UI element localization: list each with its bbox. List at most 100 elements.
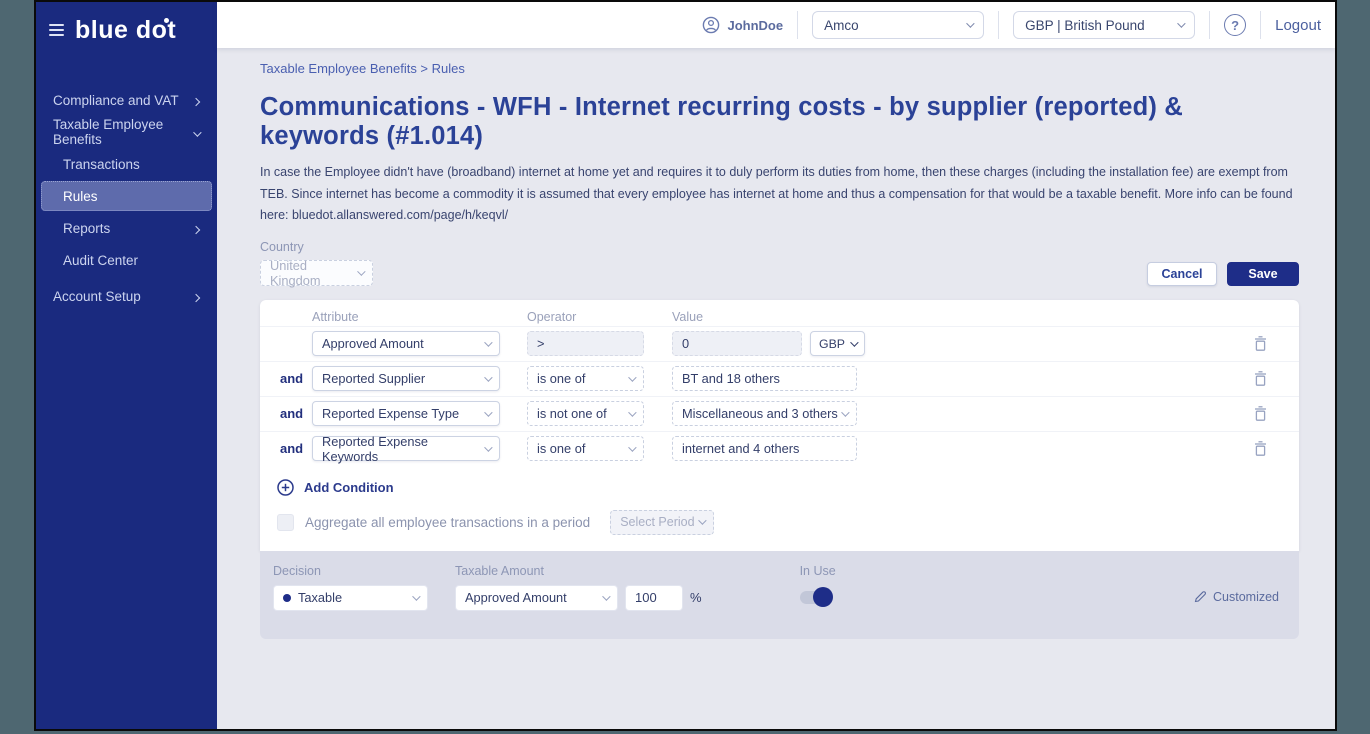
sidebar-item-label: Rules (63, 189, 98, 204)
chevron-down-icon (484, 373, 492, 381)
bluedot-logo: blue dot (75, 16, 176, 45)
condition-row: Approved Amount > GBP (260, 326, 1299, 361)
save-button[interactable]: Save (1227, 262, 1299, 286)
aggregate-row: Aggregate all employee transactions in a… (260, 505, 1299, 551)
attribute-select[interactable]: Approved Amount (312, 331, 500, 356)
chevron-down-icon (484, 338, 492, 346)
attribute-select-value: Reported Supplier (322, 371, 425, 386)
operator-select[interactable]: is one of (527, 366, 644, 391)
delete-condition-button[interactable] (1247, 436, 1273, 462)
operator-select-value: is one of (537, 441, 585, 456)
attribute-select[interactable]: Reported Expense Type (312, 401, 500, 426)
sidebar-item-label: Transactions (63, 157, 140, 172)
decision-label: Decision (273, 564, 428, 578)
attribute-select-value: Reported Expense Keywords (322, 434, 484, 464)
sidebar-item-compliance-and-vat[interactable]: Compliance and VAT (41, 85, 212, 115)
percent-input[interactable] (625, 585, 683, 611)
trash-icon (1253, 335, 1268, 352)
user-menu[interactable]: JohnDoe (702, 16, 783, 34)
operator-select-value: > (537, 336, 544, 351)
trash-icon (1253, 405, 1268, 422)
divider (1260, 11, 1261, 39)
sidebar-item-rules[interactable]: Rules (41, 181, 212, 211)
sidebar-item-audit-center[interactable]: Audit Center (41, 245, 212, 275)
value-column-header: Value (672, 310, 902, 324)
aggregate-checkbox[interactable] (277, 514, 294, 531)
cancel-button[interactable]: Cancel (1147, 262, 1217, 286)
logo-part: o (152, 16, 168, 45)
taxable-amount-field: Taxable Amount Approved Amount % (455, 564, 702, 639)
sidebar-item-label: Compliance and VAT (53, 93, 179, 108)
plus-circle-icon (277, 479, 294, 496)
sidebar-item-label: Reports (63, 221, 110, 236)
chevron-down-icon (966, 19, 974, 27)
currency-select[interactable]: GBP | British Pound (1013, 11, 1195, 39)
topbar: JohnDoe Amco GBP | British Pound ? Logou… (217, 2, 1335, 48)
add-condition-label: Add Condition (304, 480, 394, 495)
logout-button[interactable]: Logout (1275, 17, 1321, 34)
operator-select[interactable]: is one of (527, 436, 644, 461)
attribute-select[interactable]: Reported Supplier (312, 366, 500, 391)
logo-row: blue dot (36, 2, 217, 58)
in-use-field: In Use (800, 564, 836, 639)
sidebar-item-reports[interactable]: Reports (41, 213, 212, 243)
sidebar-item-label: Taxable Employee Benefits (53, 117, 193, 147)
value-cell: GBP (672, 331, 902, 356)
period-select[interactable]: Select Period (610, 510, 714, 535)
chevron-down-icon (357, 267, 365, 275)
username-label: JohnDoe (727, 18, 783, 33)
delete-condition-button[interactable] (1247, 331, 1273, 357)
chevron-down-icon (628, 408, 636, 416)
operator-select[interactable]: > (527, 331, 644, 356)
condition-row: and Reported Supplier is one of (260, 361, 1299, 396)
add-condition[interactable]: Add Condition (260, 466, 1299, 505)
trash-icon (1253, 440, 1268, 457)
app-window: blue dot Compliance and VAT Taxable Empl… (34, 0, 1337, 731)
chevron-down-icon (1177, 19, 1185, 27)
sidebar-item-account-setup[interactable]: Account Setup (41, 281, 212, 311)
conditions-header: Attribute Operator Value (260, 300, 1299, 326)
value-input[interactable] (672, 366, 857, 391)
company-select[interactable]: Amco (812, 11, 984, 39)
user-avatar-icon (702, 16, 720, 34)
currency-chip-select[interactable]: GBP (810, 331, 865, 356)
customized-label: Customized (1213, 590, 1279, 604)
desktop-background: blue dot Compliance and VAT Taxable Empl… (0, 0, 1370, 734)
delete-condition-button[interactable] (1247, 366, 1273, 392)
operator-select-value: is not one of (537, 406, 607, 421)
in-use-toggle[interactable] (800, 591, 830, 604)
chevron-down-icon (841, 408, 849, 416)
help-icon[interactable]: ? (1224, 14, 1246, 36)
attribute-column-header: Attribute (312, 310, 500, 324)
taxable-amount-select-value: Approved Amount (465, 590, 567, 605)
value-input[interactable] (672, 436, 857, 461)
country-label: Country (260, 240, 373, 254)
value-multiselect[interactable]: Miscellaneous and 3 others (672, 401, 857, 426)
attribute-select[interactable]: Reported Expense Keywords (312, 436, 500, 461)
conditions-card: Attribute Operator Value Approved Amount (260, 300, 1299, 551)
taxable-amount-select[interactable]: Approved Amount (455, 585, 618, 611)
sidebar-item-taxable-employee-benefits[interactable]: Taxable Employee Benefits (41, 117, 212, 147)
country-row: Country United Kingdom Cancel Save (260, 240, 1299, 286)
customized-link[interactable]: Customized (1194, 590, 1279, 604)
hamburger-menu-icon[interactable] (49, 24, 64, 36)
chevron-right-icon (193, 93, 199, 108)
operator-select[interactable]: is not one of (527, 401, 644, 426)
decision-select-value: Taxable (283, 590, 342, 605)
company-select-value: Amco (824, 18, 859, 33)
delete-condition-button[interactable] (1247, 401, 1273, 427)
sidebar: blue dot Compliance and VAT Taxable Empl… (36, 2, 217, 729)
value-input[interactable] (672, 331, 802, 356)
chevron-down-icon (412, 592, 420, 600)
sidebar-item-transactions[interactable]: Transactions (41, 149, 212, 179)
period-select-placeholder: Select Period (620, 515, 694, 529)
decision-select[interactable]: Taxable (273, 585, 428, 611)
divider (998, 11, 999, 39)
breadcrumb[interactable]: Taxable Employee Benefits > Rules (260, 61, 1299, 76)
sidebar-item-label: Audit Center (63, 253, 138, 268)
taxable-status-dot (283, 594, 291, 602)
chevron-down-icon (628, 443, 636, 451)
country-select[interactable]: United Kingdom (260, 260, 373, 286)
condition-row: and Reported Expense Keywords is one of (260, 431, 1299, 466)
condition-row: and Reported Expense Type is not one of (260, 396, 1299, 431)
